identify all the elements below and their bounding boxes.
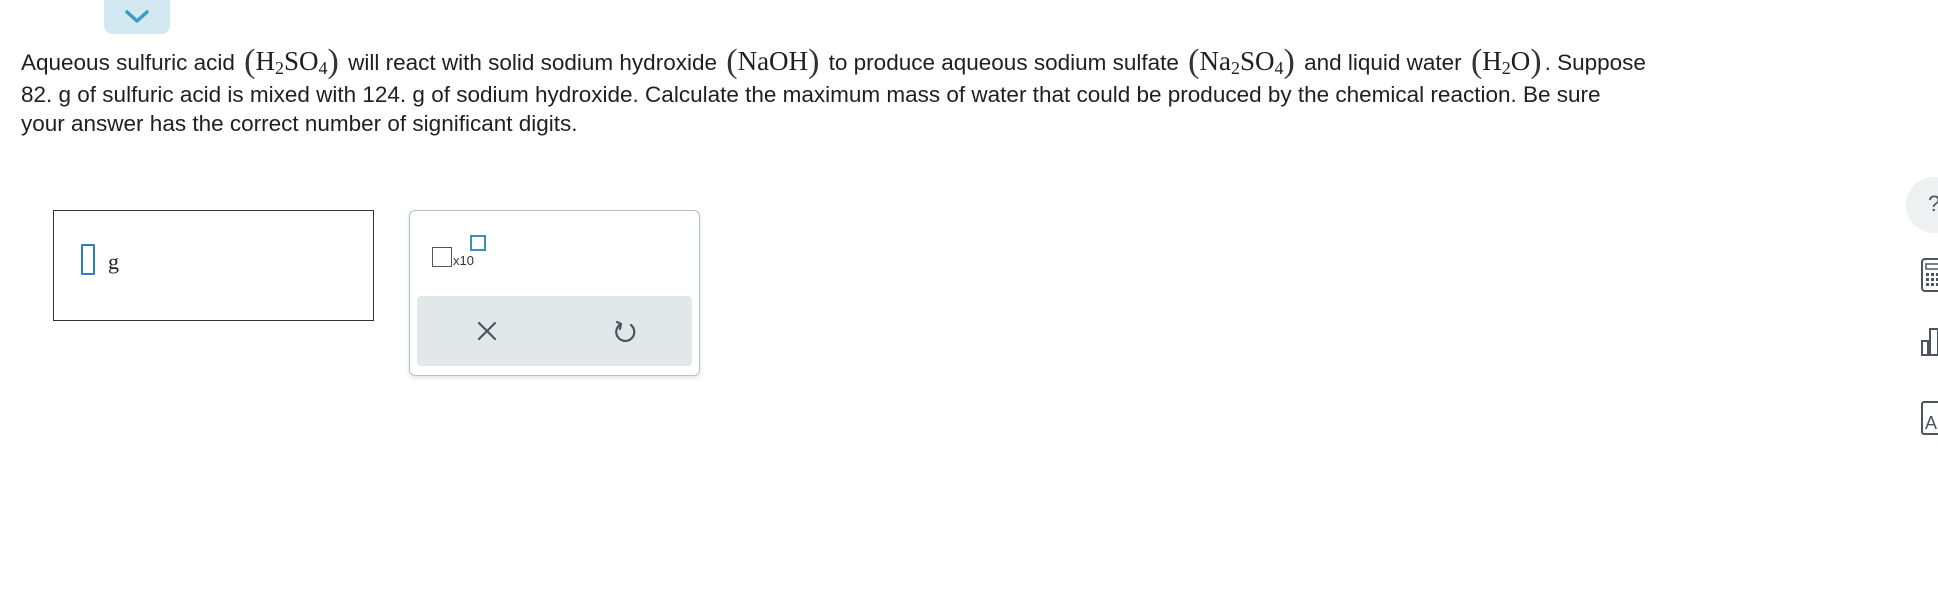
calculator-icon bbox=[1921, 258, 1938, 292]
undo-button[interactable] bbox=[612, 318, 638, 344]
scientific-notation-button[interactable]: x10 bbox=[432, 235, 492, 275]
question-line-1: Aqueous sulfuric acid (H2SO4) will react… bbox=[21, 40, 1851, 80]
chart-button[interactable] bbox=[1906, 323, 1938, 359]
x10-base-box bbox=[432, 247, 452, 267]
formula-water: (H2O) bbox=[1470, 43, 1542, 80]
answer-tools-panel: x10 bbox=[409, 210, 700, 376]
question-text-part: to produce aqueous sodium sulfate bbox=[828, 50, 1179, 75]
question-line-2: 82. g of sulfuric acid is mixed with 124… bbox=[21, 82, 1601, 107]
undo-icon bbox=[615, 320, 636, 343]
x10-exponent-box bbox=[470, 235, 486, 251]
chevron-down-icon bbox=[125, 10, 149, 23]
side-toolbar: ? A bbox=[1906, 175, 1938, 475]
svg-text:A: A bbox=[1925, 413, 1937, 433]
action-bar bbox=[417, 296, 692, 366]
formula-sodium-hydroxide: (NaOH) bbox=[726, 43, 820, 80]
help-icon: ? bbox=[1928, 191, 1938, 217]
answer-unit: g bbox=[108, 249, 119, 274]
answer-input-box[interactable]: g bbox=[53, 210, 374, 321]
question-text: Aqueous sulfuric acid (H2SO4) will react… bbox=[21, 40, 1851, 138]
formula-sulfuric-acid: (H2SO4) bbox=[244, 43, 339, 80]
question-text-part: and liquid water bbox=[1304, 50, 1462, 75]
formula-sodium-sulfate: (Na2SO4) bbox=[1188, 43, 1295, 80]
answer-input-field[interactable] bbox=[81, 244, 95, 275]
question-text-part: . Suppose bbox=[1544, 50, 1646, 75]
collapse-tab[interactable] bbox=[104, 0, 170, 34]
question-text-part: Aqueous sulfuric acid bbox=[21, 50, 235, 75]
calculator-button[interactable] bbox=[1906, 257, 1938, 293]
question-text-part: will react with solid sodium hydroxide bbox=[348, 50, 717, 75]
close-icon bbox=[477, 321, 497, 341]
question-line-3: your answer has the correct number of si… bbox=[21, 111, 578, 136]
bar-chart-icon bbox=[1921, 328, 1938, 356]
help-button[interactable]: ? bbox=[1906, 177, 1938, 233]
periodic-table-button[interactable]: A bbox=[1906, 400, 1938, 436]
x10-label: x10 bbox=[453, 253, 474, 268]
periodic-table-icon: A bbox=[1921, 401, 1938, 435]
clear-button[interactable] bbox=[474, 318, 500, 344]
